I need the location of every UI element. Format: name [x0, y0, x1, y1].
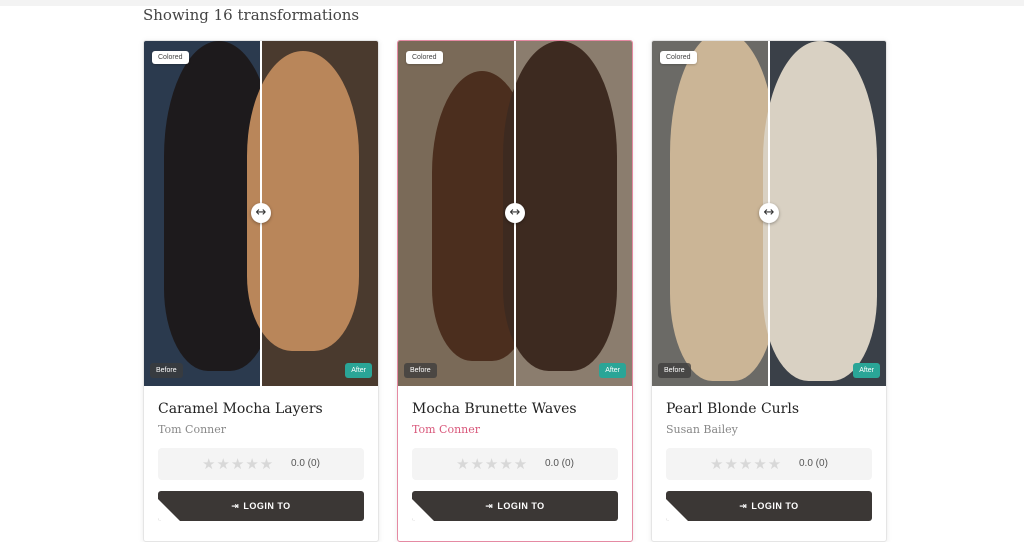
login-icon: ⇥	[739, 502, 748, 512]
after-badge: After	[345, 363, 372, 378]
before-badge: Before	[658, 363, 691, 378]
hair-shape	[247, 51, 359, 351]
results-count-heading: Showing 16 transformations	[143, 6, 360, 24]
login-icon: ⇥	[485, 502, 494, 512]
compare-handle-icon[interactable]: ↔	[505, 203, 525, 223]
card-title[interactable]: Caramel Mocha Layers	[158, 401, 323, 417]
compare-handle-icon[interactable]: ↔	[251, 203, 271, 223]
login-button[interactable]: ⇥ LOGIN TO	[158, 491, 364, 521]
rating-box: ★★★★★ 0.0 (0)	[158, 448, 364, 480]
compare-handle-icon[interactable]: ↔	[759, 203, 779, 223]
login-button[interactable]: ⇥ LOGIN TO	[666, 491, 872, 521]
corner-decoration	[412, 499, 434, 521]
after-image	[503, 41, 632, 386]
card-author[interactable]: Susan Bailey	[666, 423, 738, 436]
before-after-compare[interactable]: ↔ Colored Before After	[144, 41, 378, 386]
before-after-compare[interactable]: ↔ Colored Before After	[652, 41, 886, 386]
transformation-card[interactable]: ↔ Colored Before After Caramel Mocha Lay…	[143, 40, 379, 542]
rating-value: 0.0 (0)	[799, 458, 828, 469]
login-icon: ⇥	[231, 502, 240, 512]
rating-box: ★★★★★ 0.0 (0)	[412, 448, 618, 480]
before-image	[398, 41, 532, 386]
rating-value: 0.0 (0)	[545, 458, 574, 469]
login-label: LOGIN TO	[751, 501, 799, 511]
hair-shape	[763, 41, 877, 381]
rating-stars-icon[interactable]: ★★★★★	[710, 455, 782, 473]
login-label: LOGIN TO	[243, 501, 291, 511]
after-image	[247, 41, 378, 386]
corner-decoration	[666, 499, 688, 521]
after-image	[763, 41, 886, 386]
transformation-card[interactable]: ↔ Colored Before After Pearl Blonde Curl…	[651, 40, 887, 542]
card-title[interactable]: Pearl Blonde Curls	[666, 401, 799, 417]
login-button[interactable]: ⇥ LOGIN TO	[412, 491, 618, 521]
rating-stars-icon[interactable]: ★★★★★	[456, 455, 528, 473]
rating-value: 0.0 (0)	[291, 458, 320, 469]
rating-stars-icon[interactable]: ★★★★★	[202, 455, 274, 473]
card-author[interactable]: Tom Conner	[158, 423, 226, 436]
colored-badge: Colored	[406, 51, 443, 64]
rating-box: ★★★★★ 0.0 (0)	[666, 448, 872, 480]
colored-badge: Colored	[660, 51, 697, 64]
after-badge: After	[853, 363, 880, 378]
before-image	[144, 41, 274, 386]
colored-badge: Colored	[152, 51, 189, 64]
after-badge: After	[599, 363, 626, 378]
card-title[interactable]: Mocha Brunette Waves	[412, 401, 577, 417]
transformation-card[interactable]: ↔ Colored Before After Mocha Brunette Wa…	[397, 40, 633, 542]
before-badge: Before	[150, 363, 183, 378]
transformation-grid: ↔ Colored Before After Caramel Mocha Lay…	[143, 40, 887, 542]
login-label: LOGIN TO	[497, 501, 545, 511]
before-after-compare[interactable]: ↔ Colored Before After	[398, 41, 632, 386]
before-image	[652, 41, 776, 386]
before-badge: Before	[404, 363, 437, 378]
corner-decoration	[158, 499, 180, 521]
card-author[interactable]: Tom Conner	[412, 423, 480, 436]
